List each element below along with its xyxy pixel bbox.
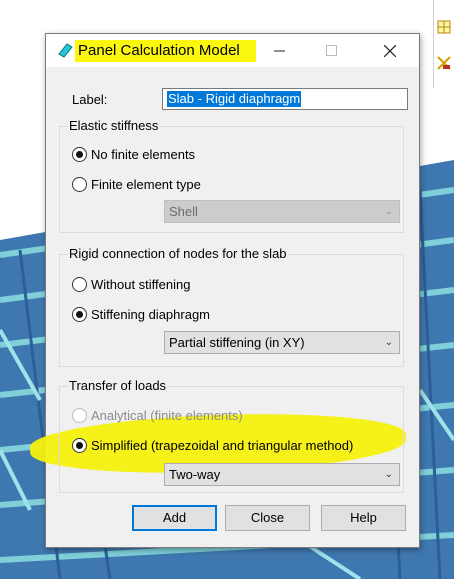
elastic-stiffness-title: Elastic stiffness — [68, 118, 160, 134]
panel-calculation-dialog: Panel Calculation Model Label: Slab - Ri… — [29, 33, 420, 548]
radio-stiffening-diaphragm-label: Stiffening diaphragm — [91, 307, 211, 322]
radio-without-stiffening-label: Without stiffening — [91, 277, 191, 292]
radio-finite-element-type-label: Finite element type — [91, 177, 201, 192]
radio-unchecked-icon — [72, 408, 87, 423]
grid-tool-icon[interactable] — [437, 20, 451, 34]
element-type-value: Shell — [169, 204, 198, 219]
radio-no-finite-elements[interactable]: No finite elements — [72, 147, 195, 162]
load-transfer-select[interactable]: Two-way ⌄ — [164, 463, 400, 486]
radio-analytical-label: Analytical (finite elements) — [91, 408, 243, 423]
stiffening-value: Partial stiffening (in XY) — [169, 335, 305, 350]
radio-checked-icon — [72, 147, 87, 162]
label-input-value: Slab - Rigid diaphragm — [167, 91, 302, 107]
transfer-of-loads-group: Transfer of loads Analytical (finite ele… — [59, 378, 404, 493]
help-button[interactable]: Help — [321, 505, 406, 531]
title-bar[interactable]: Panel Calculation Model — [46, 34, 419, 67]
radio-stiffening-diaphragm[interactable]: Stiffening diaphragm — [72, 307, 210, 322]
rigid-connection-group: Rigid connection of nodes for the slab W… — [59, 246, 404, 367]
radio-analytical[interactable]: Analytical (finite elements) — [72, 408, 243, 423]
radio-simplified-label: Simplified (trapezoidal and triangular m… — [91, 438, 354, 453]
rigid-connection-title: Rigid connection of nodes for the slab — [68, 246, 288, 262]
maximize-icon[interactable] — [308, 34, 354, 67]
radio-without-stiffening[interactable]: Without stiffening — [72, 277, 190, 292]
radio-unchecked-icon — [72, 177, 87, 192]
panel-icon — [57, 42, 74, 59]
elastic-stiffness-group: Elastic stiffness No finite elements Fin… — [59, 118, 404, 233]
chevron-down-icon: ⌄ — [384, 469, 393, 480]
minimize-icon[interactable] — [256, 34, 302, 67]
dialog-title: Panel Calculation Model — [75, 40, 256, 62]
load-transfer-value: Two-way — [169, 467, 221, 482]
transfer-of-loads-title: Transfer of loads — [68, 378, 168, 394]
delete-tool-icon[interactable] — [437, 56, 451, 70]
chevron-down-icon: ⌄ — [384, 206, 393, 217]
chevron-down-icon: ⌄ — [384, 337, 393, 348]
stiffening-select[interactable]: Partial stiffening (in XY) ⌄ — [164, 331, 400, 354]
element-type-select[interactable]: Shell ⌄ — [164, 200, 400, 223]
radio-simplified[interactable]: Simplified (trapezoidal and triangular m… — [72, 438, 353, 453]
label-input[interactable]: Slab - Rigid diaphragm — [162, 88, 408, 110]
radio-checked-icon — [72, 307, 87, 322]
label-caption: Label: — [72, 92, 108, 107]
radio-unchecked-icon — [72, 277, 87, 292]
toolbar-strip — [433, 0, 454, 88]
close-button[interactable]: Close — [225, 505, 310, 531]
add-button[interactable]: Add — [132, 505, 217, 531]
close-icon[interactable] — [367, 34, 413, 67]
radio-finite-element-type[interactable]: Finite element type — [72, 177, 201, 192]
radio-checked-icon — [72, 438, 87, 453]
radio-no-finite-elements-label: No finite elements — [91, 147, 196, 162]
